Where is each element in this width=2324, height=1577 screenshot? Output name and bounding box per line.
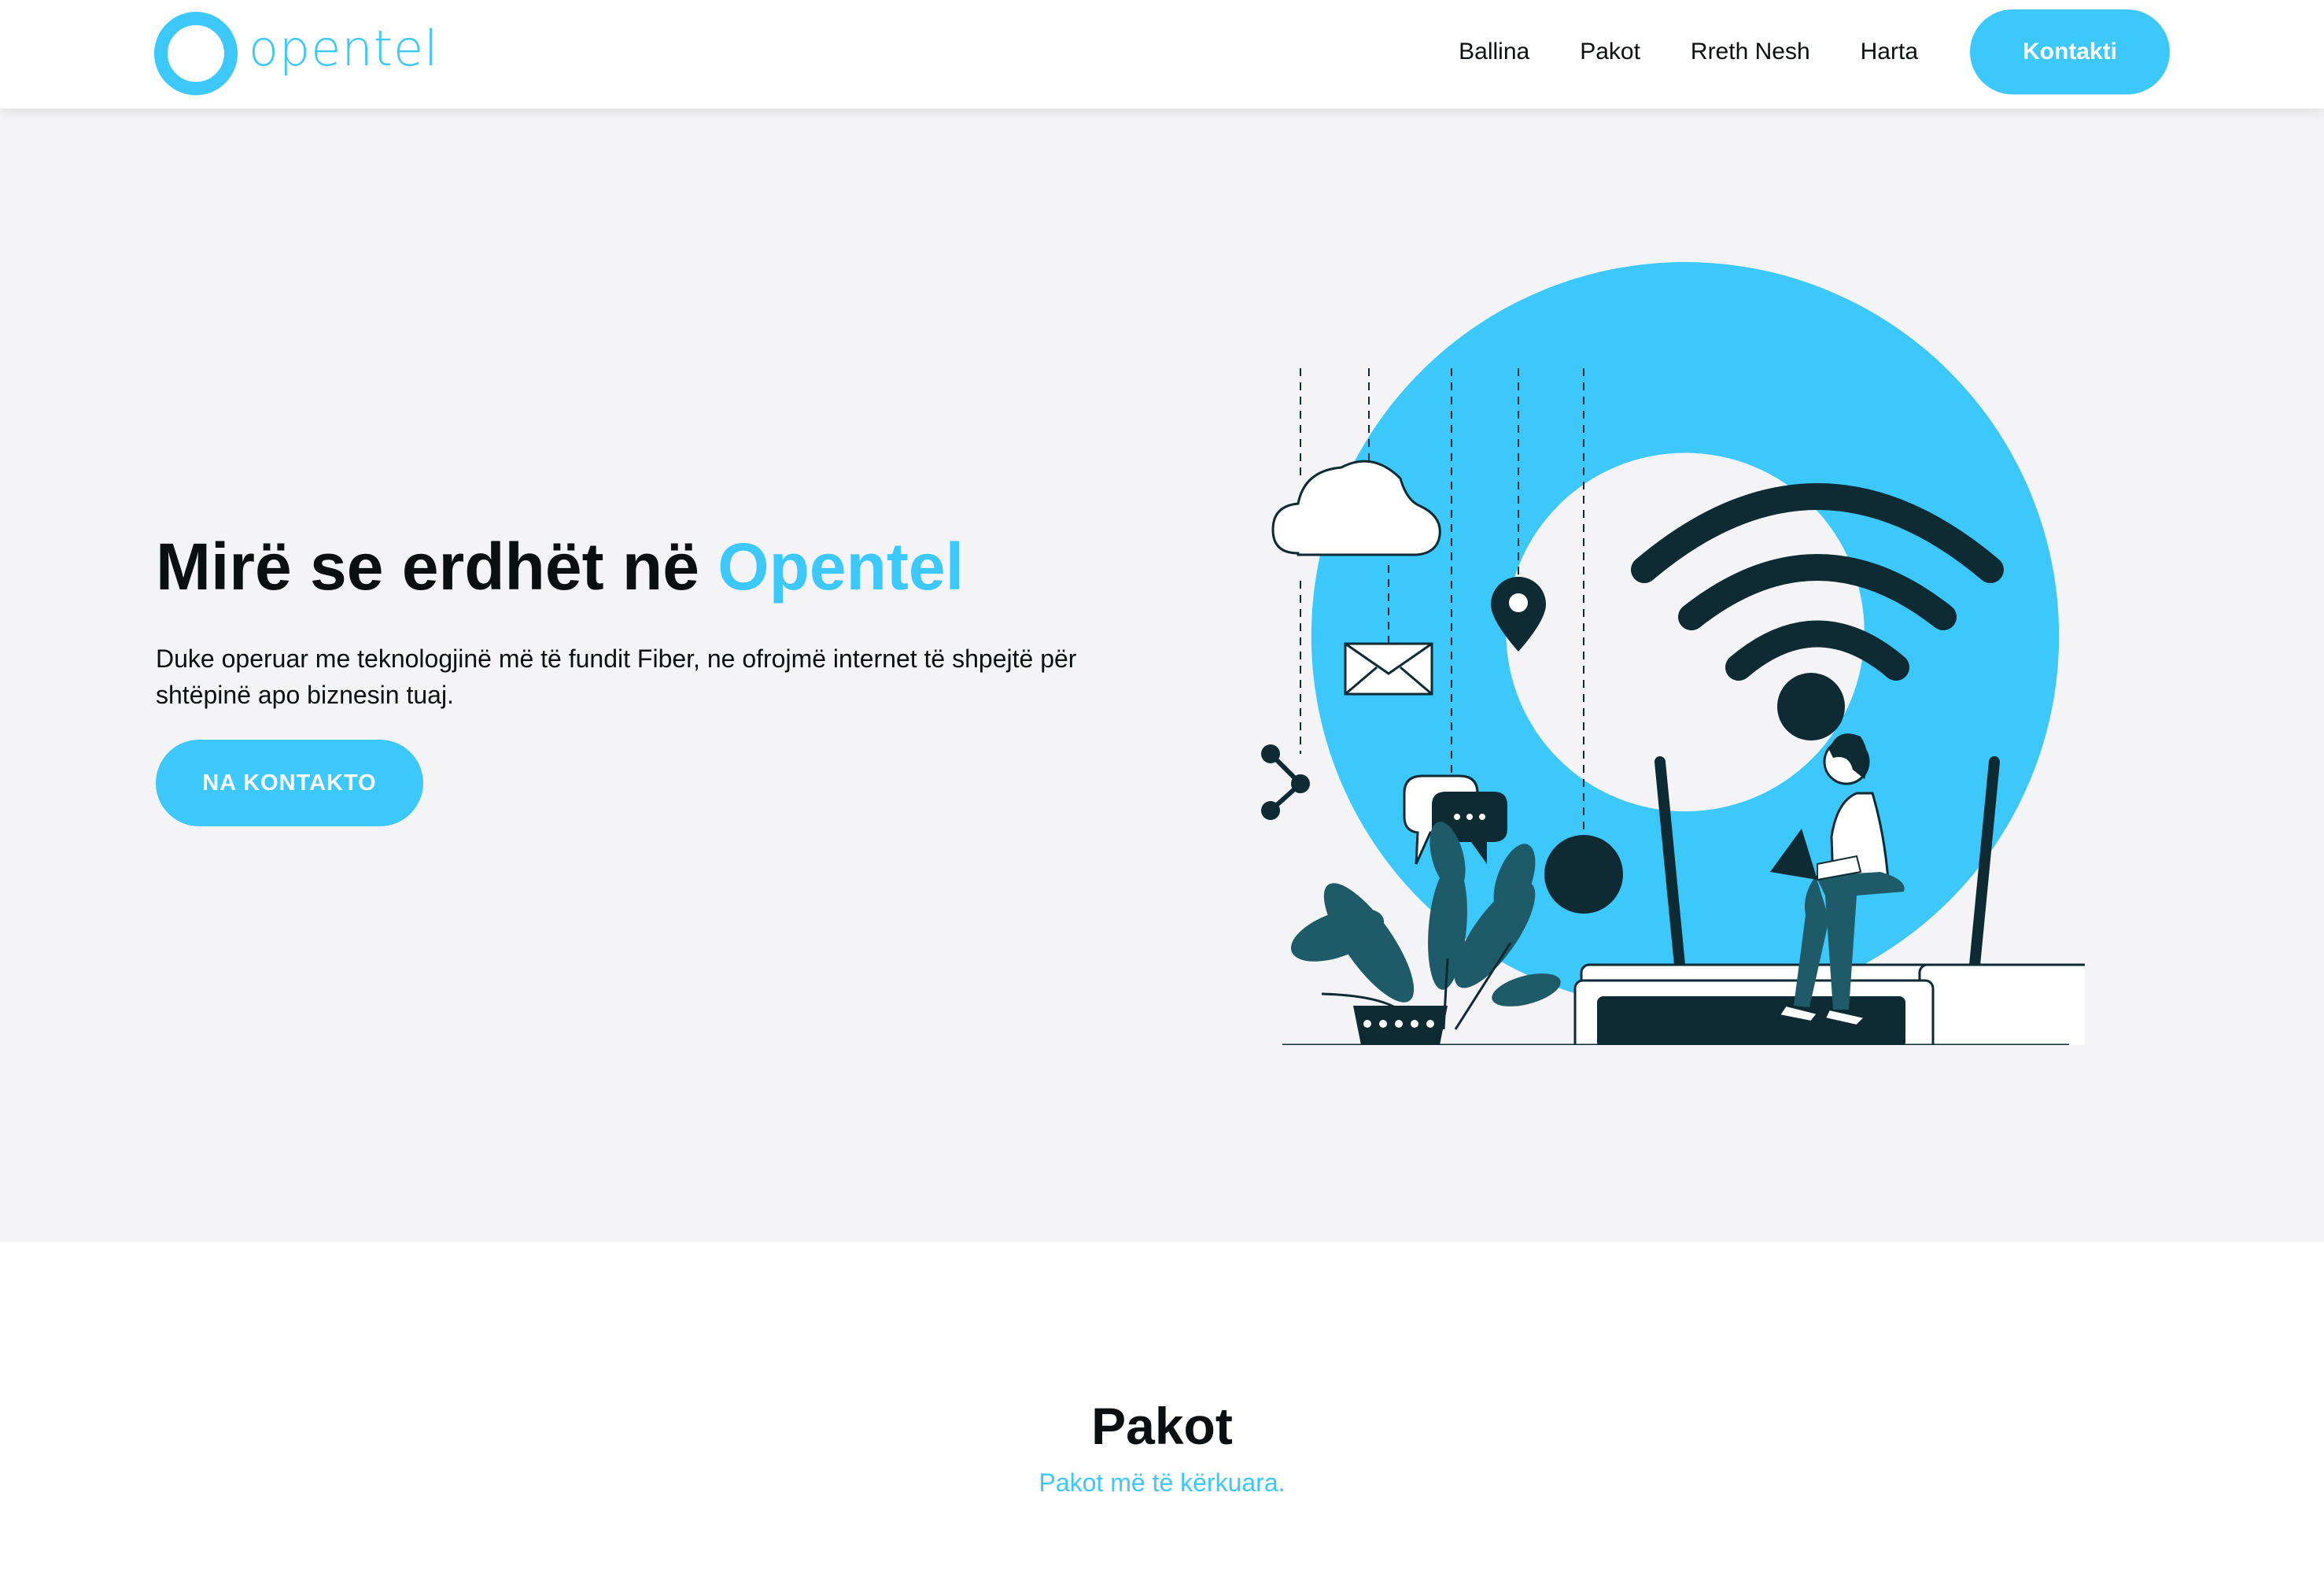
- ring-graphic: [1311, 262, 2060, 1010]
- logo-wordmark: opentel: [249, 20, 439, 77]
- site-header: opentel Ballina Pakot Rreth Nesh Harta K…: [0, 0, 2324, 109]
- nav-link-ballina[interactable]: Ballina: [1459, 39, 1529, 65]
- packages-title: Pakot: [1091, 1397, 1233, 1455]
- router-graphic: [1573, 963, 2085, 1045]
- packages-subtitle: Pakot më të kërkuara.: [1038, 1468, 1286, 1497]
- mail-icon: [1344, 642, 1433, 696]
- hero-title: Mirë se erdhët në Opentel: [156, 530, 964, 603]
- nav-link-harta[interactable]: Harta: [1861, 39, 1918, 65]
- hero-illustration: [1261, 262, 2085, 1045]
- hero-description: Duke operuar me teknologjinë më të fundi…: [156, 644, 1077, 709]
- hero-section: Mirë se erdhët në Opentel Duke operuar m…: [0, 109, 2324, 1242]
- share-icon: [1261, 744, 1310, 820]
- nav-link-rreth-nesh[interactable]: Rreth Nesh: [1691, 39, 1810, 65]
- contact-us-button[interactable]: NA KONTAKTO: [156, 740, 423, 826]
- hero-title-accent: Opentel: [717, 530, 964, 604]
- logo-ring-icon: [154, 12, 238, 95]
- hanging-ball: [1544, 835, 1623, 914]
- main-nav: Ballina Pakot Rreth Nesh Harta Kontakti: [1408, 9, 2170, 94]
- nav-link-pakot[interactable]: Pakot: [1580, 39, 1640, 65]
- contact-nav-button[interactable]: Kontakti: [1970, 9, 2170, 94]
- hero-title-prefix: Mirë se erdhët në: [156, 530, 718, 604]
- brand-logo[interactable]: opentel: [154, 12, 439, 95]
- wifi-dot: [1777, 673, 1845, 740]
